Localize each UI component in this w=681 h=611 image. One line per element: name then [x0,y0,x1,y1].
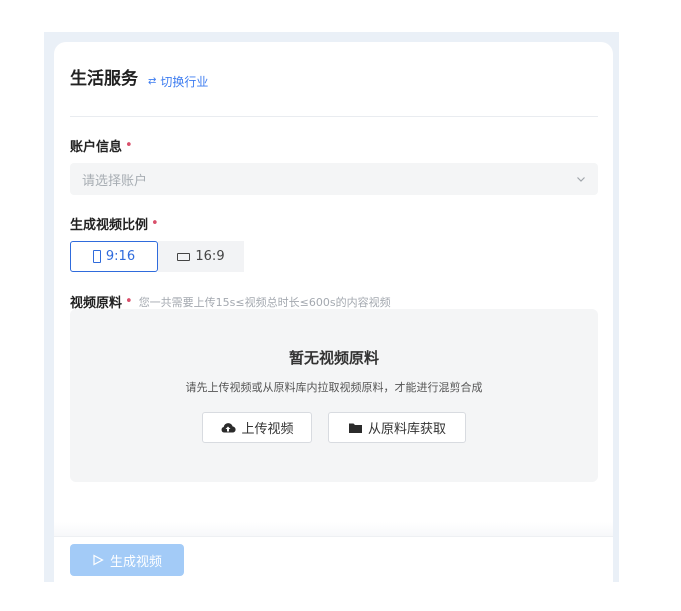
footer-shadow [54,522,613,536]
material-empty-state: 暂无视频原料 请先上传视频或从原料库内拉取视频原料，才能进行混剪合成 上传视频 … [70,309,598,482]
page-title: 生活服务 [70,69,138,89]
play-triangle-icon [93,554,104,566]
ratio-option-label: 9:16 [105,249,136,264]
empty-state-title: 暂无视频原料 [288,349,379,367]
generate-video-button[interactable]: 生成视频 [70,544,184,576]
main-card: 生活服务 ⇄ 切换行业 账户信息 • 请选择账户 生成视频比例 • 9:16 1… [54,42,613,582]
ratio-label-text: 生成视频比例 [70,218,149,233]
account-label: 账户信息 • [70,136,133,155]
required-mark: • [151,216,159,231]
material-hint: 您一共需要上传15s≤视频总时长≤600s的内容视频 [138,295,391,309]
upload-video-label: 上传视频 [241,422,294,437]
ratio-option-9-16[interactable]: 9:16 [70,241,158,272]
portrait-frame-icon [92,250,101,263]
upload-video-button[interactable]: 上传视频 [202,412,312,443]
generate-video-label: 生成视频 [109,554,162,570]
chevron-down-icon [577,177,585,182]
page-background: 生活服务 ⇄ 切换行业 账户信息 • 请选择账户 生成视频比例 • 9:16 1… [44,32,619,582]
required-mark: • [125,138,133,153]
landscape-frame-icon [177,252,191,261]
switch-industry-link[interactable]: ⇄ 切换行业 [148,73,208,90]
ratio-selector: 9:16 16:9 [70,241,244,272]
ratio-label: 生成视频比例 • [70,214,159,233]
account-select-placeholder: 请选择账户 [82,173,148,189]
folder-icon [348,423,362,433]
cloud-upload-icon [222,423,237,433]
page-header: 生活服务 ⇄ 切换行业 [70,64,208,90]
header-divider [70,116,598,117]
empty-state-description: 请先上传视频或从原料库内拉取视频原料，才能进行混剪合成 [185,381,483,394]
account-select[interactable]: 请选择账户 [70,163,598,195]
footer-divider [54,536,613,537]
ratio-option-label: 16:9 [195,249,225,264]
fetch-from-library-label: 从原料库获取 [367,422,446,437]
swap-arrows-icon: ⇄ [148,76,157,87]
account-label-text: 账户信息 [70,140,123,155]
fetch-from-library-button[interactable]: 从原料库获取 [328,412,466,443]
switch-industry-label: 切换行业 [160,75,209,89]
required-mark: • [125,294,133,309]
ratio-option-16-9[interactable]: 16:9 [158,241,244,272]
